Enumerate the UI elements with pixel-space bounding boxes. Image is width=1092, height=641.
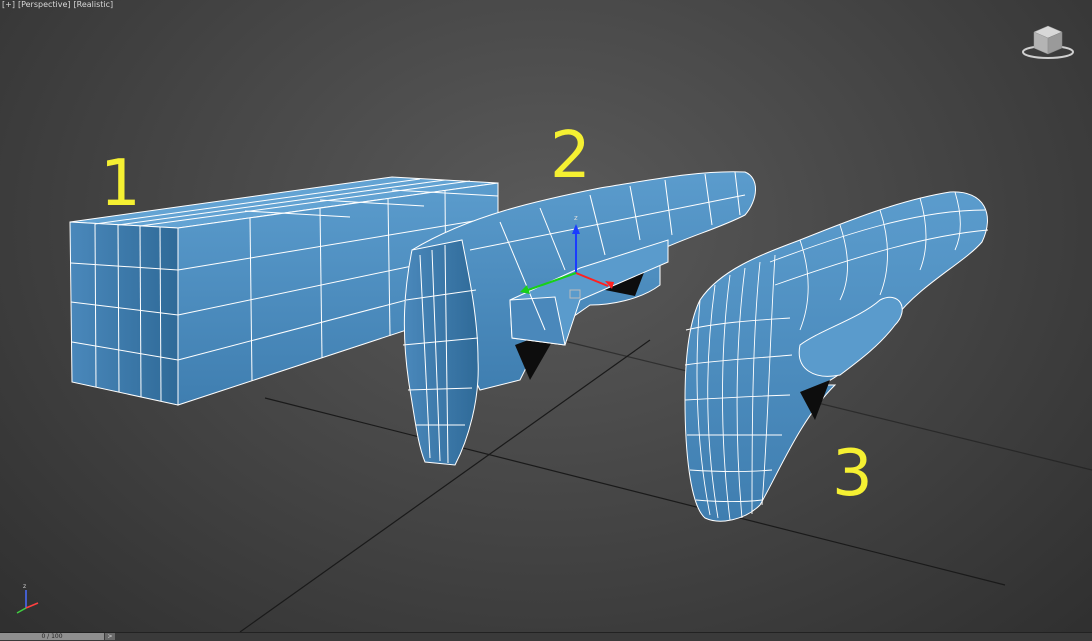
object-label-1: 1: [100, 147, 141, 221]
grid-line: [264, 397, 1006, 586]
object-label-3: 3: [832, 437, 873, 511]
object-label-2: 2: [550, 119, 591, 193]
time-slider[interactable]: 0 / 100: [0, 633, 104, 640]
view-cube-icon[interactable]: [1022, 25, 1074, 59]
svg-text:z: z: [574, 214, 578, 222]
home-grid: [239, 339, 1092, 632]
axis-tripod-icon: z: [16, 583, 39, 614]
svg-text:z: z: [23, 583, 26, 590]
next-frame-button[interactable]: >: [105, 633, 115, 640]
viewport[interactable]: [+] [Perspective] [Realistic] z 1 2 3 z: [0, 0, 1092, 632]
